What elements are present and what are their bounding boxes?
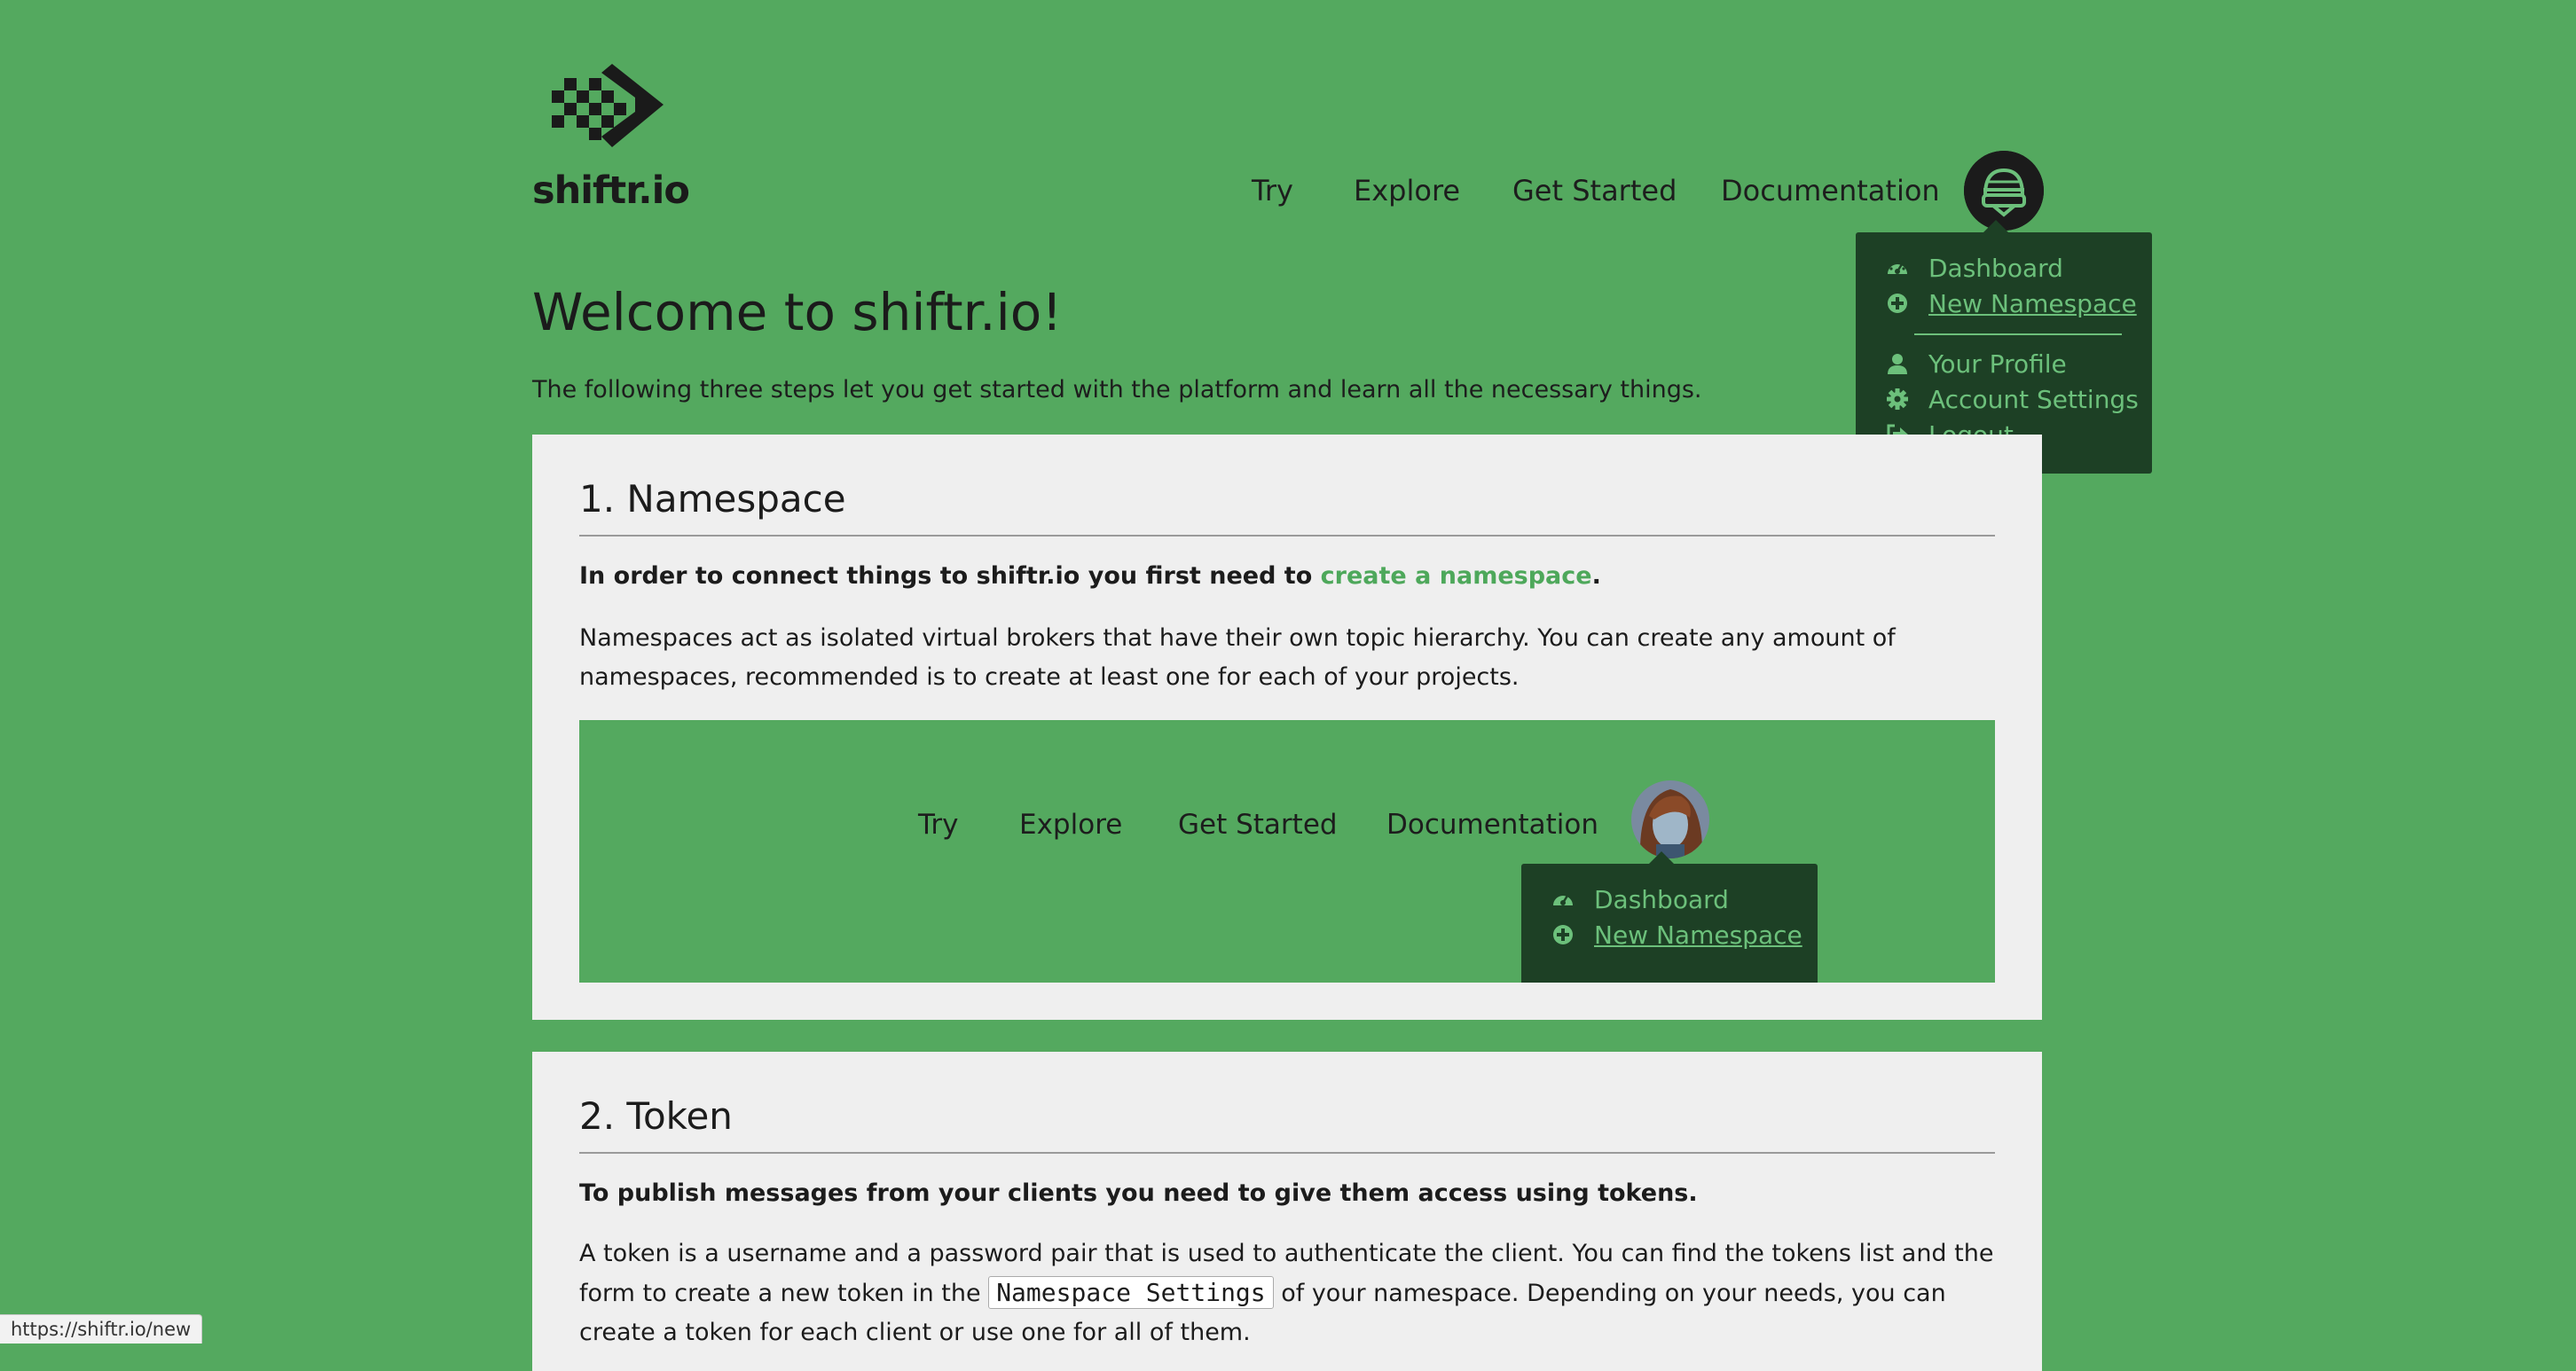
- menu-new-namespace[interactable]: New Namespace: [1886, 289, 2137, 318]
- step-namespace-card: 1. Namespace In order to connect things …: [532, 435, 2042, 1020]
- create-namespace-link[interactable]: create a namespace: [1321, 562, 1592, 590]
- demo-nav-documentation: Documentation: [1386, 809, 1598, 841]
- dashboard-icon: [1888, 262, 1907, 274]
- gear-icon: [1887, 388, 1908, 410]
- robot-avatar-icon: [1964, 151, 2044, 231]
- step-token-body: A token is a username and a password pai…: [579, 1234, 1995, 1352]
- nav-documentation[interactable]: Documentation: [1721, 174, 1940, 208]
- step-token-card: 2. Token To publish messages from your c…: [532, 1052, 2042, 1371]
- namespace-demo-image: Try Explore Get Started Documentation Da…: [579, 720, 1995, 983]
- menu-new-namespace-label: New Namespace: [1928, 289, 2137, 318]
- user-menu-caret: [1983, 220, 2008, 232]
- status-bar-url: https://shiftr.io/new: [0, 1314, 203, 1344]
- dashboard-icon: [1553, 895, 1573, 905]
- demo-nav-try: Try: [918, 809, 959, 841]
- demo-nav-get-started: Get Started: [1178, 809, 1338, 841]
- step-namespace-lead: In order to connect things to shiftr.io …: [579, 562, 1601, 590]
- user-icon: [1888, 354, 1907, 374]
- nav-try[interactable]: Try: [1252, 174, 1293, 208]
- step-token-heading: 2. Token: [579, 1094, 1995, 1154]
- menu-dashboard[interactable]: Dashboard: [1886, 254, 2063, 283]
- brand-name: shiftr.io: [532, 168, 690, 213]
- step-namespace-lead-text: In order to connect things to shiftr.io …: [579, 562, 1321, 590]
- nav-explore[interactable]: Explore: [1354, 174, 1460, 208]
- demo-user-menu: Dashboard New Namespace: [1521, 851, 1818, 983]
- page-intro: The following three steps let you get st…: [532, 376, 1702, 403]
- demo-menu-dashboard-label: Dashboard: [1594, 885, 1729, 914]
- menu-your-profile[interactable]: Your Profile: [1886, 349, 2067, 379]
- page-title: Welcome to shiftr.io!: [532, 282, 1063, 342]
- user-avatar[interactable]: [1964, 151, 2044, 231]
- demo-menu-caret: [1649, 851, 1674, 864]
- namespace-settings-code: Namespace Settings: [988, 1276, 1274, 1309]
- demo-avatar: [1631, 780, 1709, 858]
- demo-menu-new-namespace: New Namespace: [1551, 921, 1802, 950]
- step-token-lead: To publish messages from your clients yo…: [579, 1179, 1698, 1207]
- menu-divider: [1914, 333, 2122, 335]
- step-namespace-heading: 1. Namespace: [579, 477, 1995, 537]
- plus-circle-icon: [1553, 925, 1573, 944]
- step-namespace-lead-end: .: [1591, 562, 1601, 590]
- menu-dashboard-label: Dashboard: [1928, 254, 2063, 283]
- menu-account-settings-label: Account Settings: [1928, 385, 2139, 414]
- plus-circle-icon: [1888, 294, 1907, 313]
- menu-your-profile-label: Your Profile: [1928, 349, 2067, 379]
- portrait-avatar-icon: [1631, 780, 1709, 858]
- step-namespace-body: Namespaces act as isolated virtual broke…: [579, 624, 1896, 691]
- demo-menu-new-namespace-label: New Namespace: [1594, 921, 1802, 950]
- shiftr-logo-icon: [552, 64, 664, 147]
- demo-nav-explore: Explore: [1019, 809, 1123, 841]
- menu-account-settings[interactable]: Account Settings: [1886, 385, 2139, 414]
- demo-menu-dashboard: Dashboard: [1551, 885, 1729, 914]
- nav-get-started[interactable]: Get Started: [1512, 174, 1677, 208]
